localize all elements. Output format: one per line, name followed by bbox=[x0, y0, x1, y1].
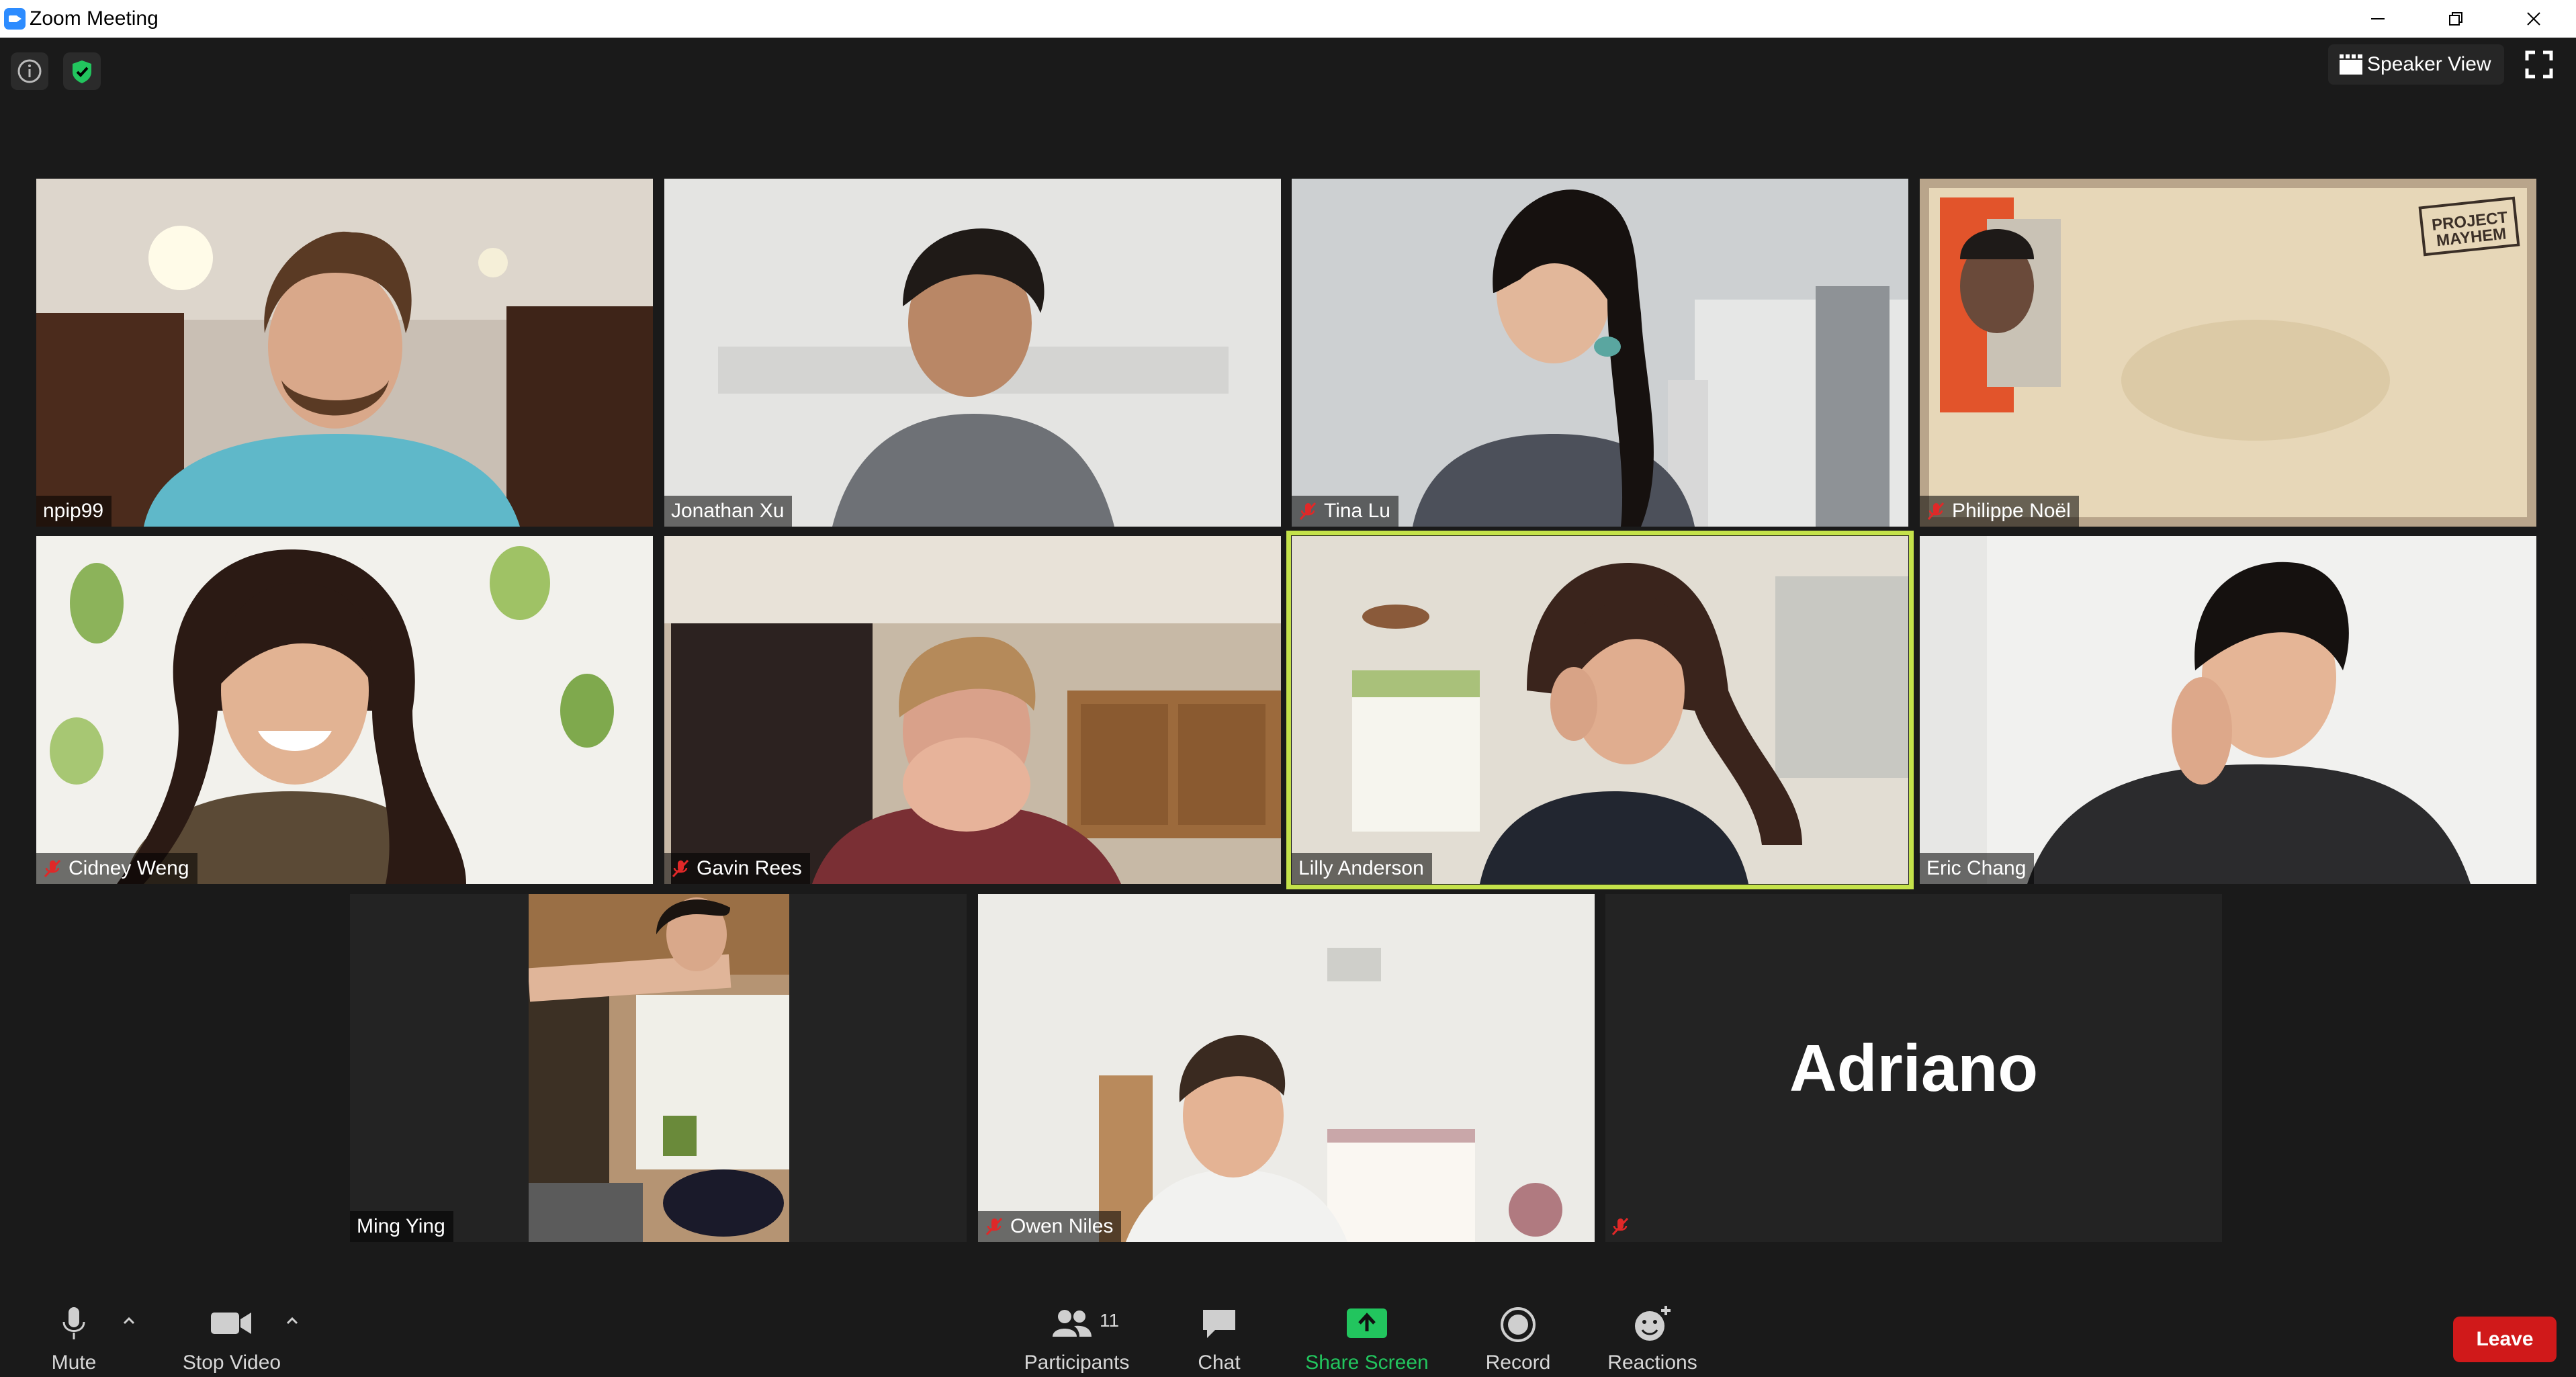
fullscreen-icon bbox=[2525, 50, 2553, 79]
reactions-button[interactable]: Reactions bbox=[1599, 1290, 1706, 1377]
participants-label: Participants bbox=[1024, 1351, 1130, 1374]
video-feed-portrait bbox=[527, 894, 789, 1242]
mic-muted-icon bbox=[671, 858, 690, 879]
participant-name-tag: Jonathan Xu bbox=[664, 496, 793, 527]
stop-video-button[interactable]: Stop Video bbox=[168, 1290, 296, 1377]
video-tile-jonathan-xu[interactable]: Jonathan Xu bbox=[664, 179, 1281, 527]
participant-name: npip99 bbox=[43, 500, 104, 522]
participant-name: Jonathan Xu bbox=[671, 500, 785, 522]
video-tile-adriano[interactable]: Adriano bbox=[1605, 894, 2222, 1242]
video-feed bbox=[1920, 536, 2536, 884]
mic-muted-icon bbox=[1926, 501, 1945, 521]
participants-button[interactable]: 11 Participants bbox=[1011, 1290, 1143, 1377]
video-feed bbox=[978, 894, 1595, 1242]
participant-name-tag: Cidney Weng bbox=[36, 853, 197, 884]
record-label: Record bbox=[1485, 1351, 1551, 1374]
speaker-view-label: Speaker View bbox=[2367, 53, 2491, 75]
video-feed bbox=[664, 179, 1281, 527]
security-button[interactable] bbox=[63, 52, 101, 90]
share-screen-icon bbox=[1347, 1308, 1387, 1338]
video-feed bbox=[36, 179, 653, 527]
mute-label: Mute bbox=[51, 1351, 97, 1374]
video-tile-cidney-weng[interactable]: Cidney Weng bbox=[36, 536, 653, 884]
participant-name: Owen Niles bbox=[1010, 1215, 1114, 1237]
participant-name: Eric Chang bbox=[1926, 857, 2027, 879]
speaker-view-icon bbox=[2340, 54, 2362, 75]
audio-options-caret-icon[interactable] bbox=[119, 1310, 139, 1330]
participant-name-tag: Eric Chang bbox=[1920, 853, 2035, 884]
mic-muted-icon bbox=[985, 1216, 1004, 1237]
active-speaker-highlight bbox=[1286, 531, 1914, 889]
leave-meeting-button[interactable]: Leave bbox=[2453, 1317, 2557, 1362]
video-tile-tina-lu[interactable]: Tina Lu bbox=[1292, 179, 1908, 527]
window-title: Zoom Meeting bbox=[30, 7, 159, 30]
meeting-toolbar: Mute Stop Video 11 Participants Chat Sha… bbox=[0, 1290, 2576, 1377]
minimize-button[interactable] bbox=[2339, 0, 2417, 38]
video-feed bbox=[36, 536, 653, 884]
video-tile-gavin-rees[interactable]: Gavin Rees bbox=[664, 536, 1281, 884]
minimize-icon bbox=[2371, 18, 2385, 19]
shield-icon bbox=[73, 60, 91, 83]
video-tile-ming-ying[interactable]: Ming Ying bbox=[350, 894, 967, 1242]
participant-name-tag: npip99 bbox=[36, 496, 112, 527]
microphone-icon bbox=[62, 1307, 85, 1339]
participant-display-name: Adriano bbox=[1789, 1030, 2039, 1105]
video-tile-philippe-noel[interactable]: PROJECT MAYHEM Philippe Noël bbox=[1920, 179, 2536, 527]
video-tile-npip99[interactable]: npip99 bbox=[36, 179, 653, 527]
speaker-view-button[interactable]: Speaker View bbox=[2328, 44, 2504, 85]
share-screen-label: Share Screen bbox=[1305, 1351, 1429, 1374]
video-tile-owen-niles[interactable]: Owen Niles bbox=[978, 894, 1595, 1242]
participant-name-tag: Tina Lu bbox=[1292, 496, 1398, 527]
chat-bubble-icon bbox=[1203, 1310, 1235, 1338]
participant-name-tag: Gavin Rees bbox=[664, 853, 810, 884]
video-camera-icon bbox=[211, 1313, 251, 1334]
chat-label: Chat bbox=[1198, 1351, 1241, 1374]
restore-button[interactable] bbox=[2417, 0, 2495, 38]
chat-button[interactable]: Chat bbox=[1179, 1290, 1259, 1377]
mic-muted-icon bbox=[43, 858, 62, 879]
fullscreen-button[interactable] bbox=[2523, 48, 2555, 81]
close-icon bbox=[2527, 12, 2540, 26]
participant-name-tag: Philippe Noël bbox=[1920, 496, 2079, 527]
participant-name: Cidney Weng bbox=[69, 857, 189, 879]
participant-name: Ming Ying bbox=[357, 1215, 445, 1237]
stop-video-label: Stop Video bbox=[182, 1351, 281, 1374]
participants-icon bbox=[1053, 1310, 1092, 1337]
video-feed bbox=[664, 536, 1281, 884]
mic-muted-icon bbox=[1611, 1216, 1630, 1237]
mute-button[interactable]: Mute bbox=[27, 1290, 121, 1377]
reactions-label: Reactions bbox=[1607, 1351, 1697, 1374]
info-icon bbox=[17, 59, 42, 83]
zoom-app-icon bbox=[4, 8, 26, 30]
participant-name: Philippe Noël bbox=[1952, 500, 2071, 522]
share-screen-button[interactable]: Share Screen bbox=[1300, 1290, 1434, 1377]
video-tile-eric-chang[interactable]: Eric Chang bbox=[1920, 536, 2536, 884]
record-button[interactable]: Record bbox=[1478, 1290, 1558, 1377]
participant-name: Gavin Rees bbox=[697, 857, 802, 879]
participant-name-tag: Owen Niles bbox=[978, 1211, 1122, 1242]
title-bar: Zoom Meeting bbox=[0, 0, 2576, 38]
video-feed bbox=[1292, 179, 1908, 527]
restore-icon bbox=[2449, 12, 2462, 26]
emoji-plus-icon bbox=[1635, 1306, 1671, 1341]
participant-count: 11 bbox=[1100, 1310, 1120, 1331]
record-icon bbox=[1501, 1307, 1536, 1342]
mic-muted-icon bbox=[1298, 501, 1317, 521]
meeting-info-button[interactable] bbox=[11, 52, 48, 90]
close-button[interactable] bbox=[2495, 0, 2573, 38]
video-options-caret-icon[interactable] bbox=[282, 1310, 302, 1330]
participant-name: Tina Lu bbox=[1324, 500, 1390, 522]
participant-name-tag: Ming Ying bbox=[350, 1211, 453, 1242]
